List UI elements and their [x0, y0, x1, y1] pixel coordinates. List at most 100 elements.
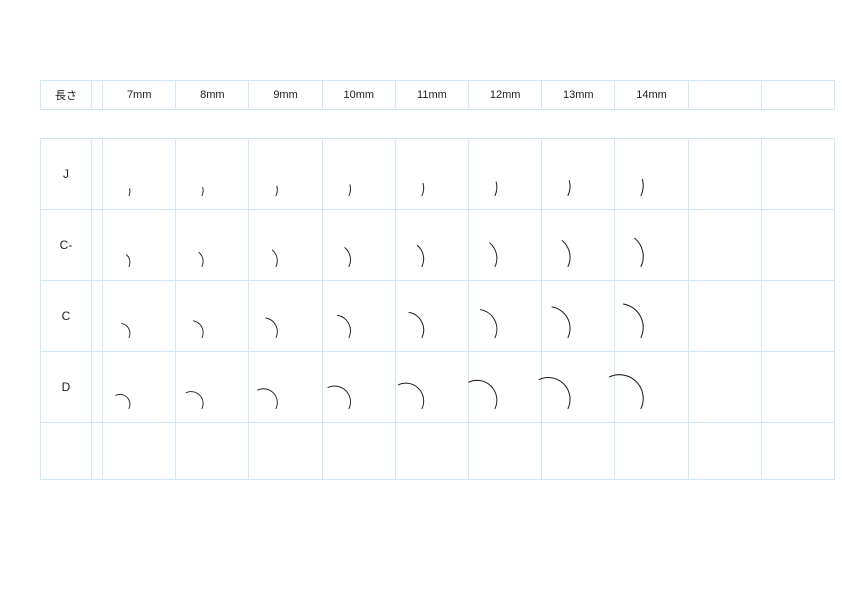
row-spacer: [92, 352, 103, 423]
curl-cell: [249, 352, 322, 423]
empty-cell: [688, 281, 761, 352]
lash-curl-icon: [407, 224, 457, 274]
header-empty-2: [761, 81, 834, 110]
empty-cell: [395, 423, 468, 480]
lash-curl-icon: [553, 224, 603, 274]
lash-curl-icon: [187, 295, 237, 345]
lash-curl-icon: [114, 224, 164, 274]
curl-cell: [322, 281, 395, 352]
curl-cell: [542, 281, 615, 352]
lash-curl-icon: [261, 295, 311, 345]
curl-cell: [469, 352, 542, 423]
curl-row-label: C-: [41, 210, 92, 281]
curl-cell: [615, 139, 688, 210]
lash-curl-icon: [334, 295, 384, 345]
empty-cell: [103, 423, 176, 480]
curl-cell: [322, 139, 395, 210]
curl-row-label: D: [41, 352, 92, 423]
lash-curl-icon: [407, 153, 457, 203]
curl-cell: [615, 352, 688, 423]
curl-cell: [322, 210, 395, 281]
lash-curl-icon: [261, 224, 311, 274]
lash-curl-icon: [626, 295, 676, 345]
lash-curl-icon: [553, 153, 603, 203]
lash-curl-icon: [334, 224, 384, 274]
curl-cell: [615, 281, 688, 352]
lash-curl-chart: 長さ 7mm 8mm 9mm 10mm 11mm 12mm 13mm 14mm …: [40, 80, 835, 480]
curl-cell: [542, 139, 615, 210]
curl-cell: [176, 210, 249, 281]
empty-cell: [542, 423, 615, 480]
lash-curl-icon: [114, 153, 164, 203]
empty-cell: [688, 352, 761, 423]
empty-cell: [761, 423, 834, 480]
lash-curl-icon: [480, 366, 530, 416]
table-gap: [40, 110, 835, 138]
curl-cell: [395, 352, 468, 423]
empty-cell: [688, 423, 761, 480]
lash-curl-icon: [187, 366, 237, 416]
empty-cell: [688, 210, 761, 281]
curl-cell: [395, 210, 468, 281]
curl-cell: [322, 352, 395, 423]
empty-cell: [761, 210, 834, 281]
row-spacer: [92, 210, 103, 281]
lash-curl-icon: [407, 295, 457, 345]
lash-curl-icon: [626, 224, 676, 274]
curl-cell: [249, 139, 322, 210]
curl-row-label: J: [41, 139, 92, 210]
curl-row-c: C: [41, 281, 835, 352]
curl-cell: [103, 210, 176, 281]
empty-cell: [249, 423, 322, 480]
curl-cell: [469, 281, 542, 352]
empty-cell: [322, 423, 395, 480]
curl-row-c-: C-: [41, 210, 835, 281]
header-row: 長さ 7mm 8mm 9mm 10mm 11mm 12mm 13mm 14mm: [41, 81, 835, 110]
curl-cell: [176, 352, 249, 423]
lash-curl-icon: [261, 366, 311, 416]
lash-curl-icon: [553, 295, 603, 345]
curl-cell: [176, 139, 249, 210]
lash-curl-icon: [261, 153, 311, 203]
lash-curl-icon: [480, 153, 530, 203]
curl-cell: [249, 210, 322, 281]
empty-cell: [469, 423, 542, 480]
length-col-5: 12mm: [469, 81, 542, 110]
lash-curl-icon: [334, 153, 384, 203]
row-spacer: [92, 139, 103, 210]
length-col-2: 9mm: [249, 81, 322, 110]
curl-cell: [176, 281, 249, 352]
curl-cell: [469, 210, 542, 281]
empty-cell: [92, 423, 103, 480]
curl-cell: [542, 352, 615, 423]
curl-cell: [395, 281, 468, 352]
empty-cell: [41, 423, 92, 480]
length-col-6: 13mm: [542, 81, 615, 110]
header-spacer: [92, 81, 103, 110]
empty-cell: [688, 139, 761, 210]
header-empty-1: [688, 81, 761, 110]
lash-curl-icon: [626, 153, 676, 203]
curl-cell: [395, 139, 468, 210]
lash-curl-icon: [407, 366, 457, 416]
curl-cell: [103, 139, 176, 210]
lash-curl-icon: [553, 366, 603, 416]
empty-cell: [761, 281, 834, 352]
curl-cell: [542, 210, 615, 281]
curl-row-label: C: [41, 281, 92, 352]
curl-cell: [103, 281, 176, 352]
curl-body-table: J C- C D: [40, 138, 835, 480]
length-col-3: 10mm: [322, 81, 395, 110]
empty-cell: [761, 352, 834, 423]
lash-curl-icon: [187, 224, 237, 274]
length-col-7: 14mm: [615, 81, 688, 110]
curl-row-d: D: [41, 352, 835, 423]
blank-row: [41, 423, 835, 480]
lash-curl-icon: [114, 366, 164, 416]
curl-cell: [249, 281, 322, 352]
empty-cell: [615, 423, 688, 480]
header-label: 長さ: [41, 81, 92, 110]
curl-cell: [103, 352, 176, 423]
curl-cell: [469, 139, 542, 210]
length-col-4: 11mm: [395, 81, 468, 110]
